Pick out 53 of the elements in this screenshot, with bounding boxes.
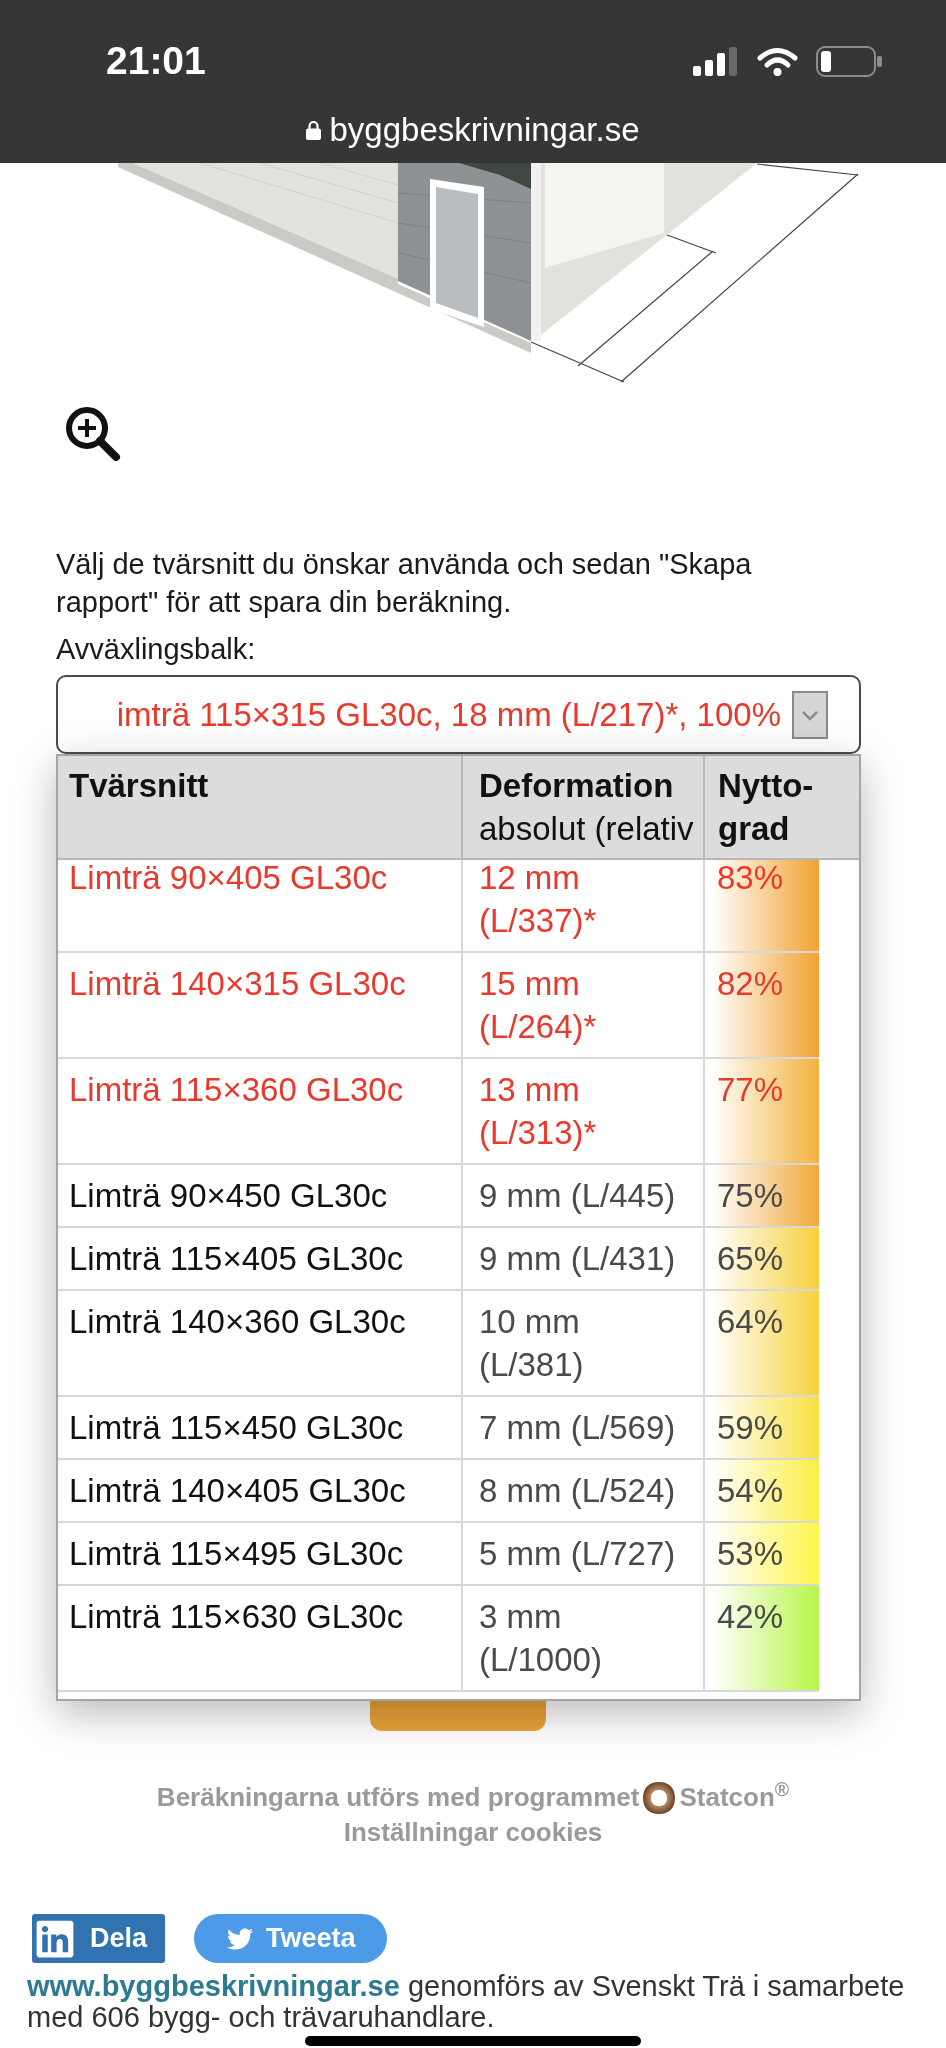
tweet-button[interactable]: Tweeta — [194, 1914, 387, 1963]
status-time: 21:01 — [106, 38, 206, 84]
cookie-settings-link[interactable]: Inställningar cookies — [343, 1815, 603, 1850]
field-label: Avväxlingsbalk: — [56, 633, 256, 665]
dropdown-option[interactable]: Limträ 115×450 GL30c 7 mm (L/569) 59% — [58, 1397, 819, 1460]
wifi-icon — [757, 46, 798, 76]
chevron-down-icon — [792, 690, 828, 739]
table-cell-text: Limträ 140×315 GL30c — [68, 964, 407, 1004]
table-cell-text: Limträ 90×405 GL30c — [68, 860, 389, 898]
table-cell-text: Limträ 115×450 GL30c — [68, 1408, 405, 1448]
utilization-cell: 59% — [703, 1397, 819, 1458]
site-link[interactable]: www.byggbeskrivningar.se — [27, 1970, 400, 2002]
utilization-cell: 82% — [703, 953, 819, 1057]
about-text: www.byggbeskrivningar.se genomförs av Svenskt Trä i samarbete med 606 bygg- och trävaruhandlare. — [27, 1971, 906, 2033]
utilization-cell: 65% — [703, 1228, 819, 1289]
utilization-cell: 83% — [703, 860, 819, 951]
credit-text: Beräkningarna utförs med programmet — [156, 1781, 640, 1814]
column-header: Nytto-grad — [718, 766, 814, 849]
dropdown-option[interactable]: Limträ 115×630 GL30c 3 mm (L/1000) 42% — [58, 1586, 819, 1692]
table-cell-text: Limträ 140×405 GL30c — [68, 1471, 407, 1511]
dropdown-option[interactable]: Limträ 115×405 GL30c 9 mm (L/431) 65% — [58, 1228, 819, 1291]
zoom-in-icon[interactable] — [64, 405, 121, 462]
address-bar-url[interactable]: byggbeskrivningar.se — [329, 110, 640, 150]
signal-icon — [693, 46, 739, 76]
table-cell-text: Limträ 115×360 GL30c — [68, 1070, 405, 1110]
lock-icon — [306, 120, 322, 140]
dropdown-option[interactable]: Limträ 115×495 GL30c 5 mm (L/727) 53% — [58, 1523, 819, 1586]
ring-logo-icon — [643, 1781, 676, 1814]
utilization-cell: 64% — [703, 1291, 819, 1395]
utilization-cell: 75% — [703, 1165, 819, 1226]
share-button[interactable]: Dela — [32, 1914, 165, 1963]
brand-link[interactable]: Statcon$^{®}$ — [679, 1780, 790, 1815]
utilization-cell: 42% — [703, 1586, 819, 1690]
utilization-cell: 53% — [703, 1523, 819, 1584]
dropdown-option[interactable]: Limträ 90×405 GL30c 12 mm (L/337)* 83% — [58, 860, 819, 953]
column-subheader: absolut (relativ — [479, 809, 694, 849]
table-cell-text: Limträ 115×495 GL30c — [68, 1534, 405, 1574]
table-cell-text: Limträ 115×630 GL30c — [68, 1597, 405, 1637]
dropdown-option[interactable]: Limträ 140×405 GL30c 8 mm (L/524) 54% — [58, 1460, 819, 1523]
table-cell-text: Limträ 90×450 GL30c — [68, 1176, 389, 1216]
battery-icon — [816, 45, 882, 77]
column-header: Tvärsnitt — [69, 766, 209, 806]
dropdown-option[interactable]: Limträ 115×360 GL30c 13 mm (L/313)* 77% — [58, 1059, 819, 1165]
utilization-cell: 77% — [703, 1059, 819, 1163]
table-cell-text: Limträ 140×360 GL30c — [68, 1302, 407, 1342]
column-header: Deformation — [479, 766, 674, 806]
select-field[interactable]: imträ 115×315 GL30c, 18 mm (L/217)*, 100% — [56, 675, 861, 754]
dropdown-option[interactable]: Limträ 140×360 GL30c 10 mm (L/381) 64% — [58, 1291, 819, 1397]
table-cell-text: Limträ 115×405 GL30c — [68, 1239, 405, 1279]
dropdown-option[interactable]: Limträ 90×450 GL30c 9 mm (L/445) 75% — [58, 1165, 819, 1228]
intro-text: Välj de tvärsnitt du önskar använda och sedan "Skapa rapport" för att spara din beräkning. — [56, 547, 753, 620]
utilization-cell: 54% — [703, 1460, 819, 1521]
dropdown-option[interactable]: Limträ 140×315 GL30c 15 mm (L/264)* 82% — [58, 953, 819, 1059]
